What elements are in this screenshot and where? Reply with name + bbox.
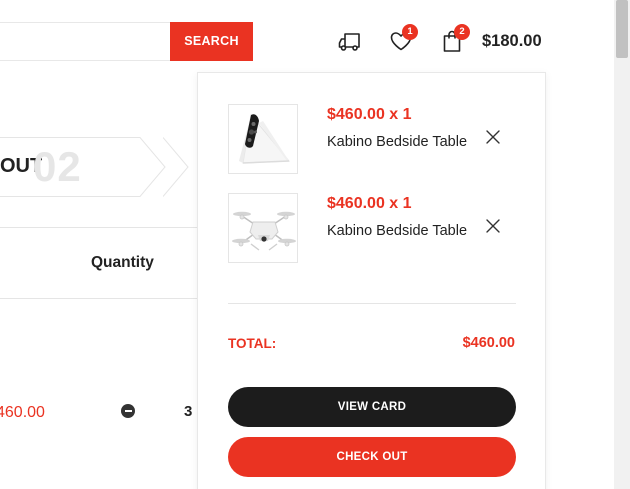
table-border-top — [0, 227, 200, 228]
quantity-column-header: Quantity — [91, 254, 154, 271]
mini-cart-divider — [228, 303, 516, 304]
total-label: TOTAL: — [228, 336, 277, 351]
cart-item-price: $460.00 x 1 — [327, 195, 412, 212]
cart-link[interactable]: 2 — [440, 24, 470, 54]
scrollbar-track[interactable] — [614, 0, 630, 489]
cart-item-price: $460.00 x 1 — [327, 106, 412, 123]
cart-item-image-drone[interactable] — [228, 193, 298, 263]
wishlist-link[interactable]: 1 — [388, 24, 418, 54]
scrollbar-thumb[interactable] — [616, 0, 628, 58]
mini-cart-dropdown: $460.00 x 1 Kabino Bedside Table $460.00… — [197, 72, 546, 489]
quantity-value: 3 — [184, 403, 193, 420]
truck-icon[interactable] — [337, 28, 363, 54]
checkout-button[interactable]: CHECK OUT — [228, 437, 516, 477]
cart-item-remove-button[interactable] — [485, 218, 501, 234]
close-icon — [486, 219, 500, 233]
page: SEARCH 1 2 $180.00 OUT 02 Quantity 460.0… — [0, 0, 630, 489]
cart-item-name[interactable]: Kabino Bedside Table — [327, 134, 467, 150]
cart-item-image-smart-speaker[interactable] — [228, 104, 298, 174]
search-input[interactable] — [0, 22, 171, 61]
view-cart-button[interactable]: VIEW CARD — [228, 387, 516, 427]
quantity-decrease-button[interactable] — [121, 404, 135, 418]
cart-total-amount[interactable]: $180.00 — [482, 32, 542, 51]
total-value: $460.00 — [462, 335, 515, 351]
step-number: 02 — [33, 143, 82, 190]
close-icon — [486, 130, 500, 144]
cart-item-remove-button[interactable] — [485, 129, 501, 145]
table-header-border — [0, 298, 200, 299]
cart-item-name[interactable]: Kabino Bedside Table — [327, 223, 467, 239]
cart-count-badge: 2 — [454, 24, 470, 40]
table-row-price: 460.00 — [0, 404, 45, 421]
wishlist-count-badge: 1 — [402, 24, 418, 40]
search-button[interactable]: SEARCH — [170, 22, 253, 61]
